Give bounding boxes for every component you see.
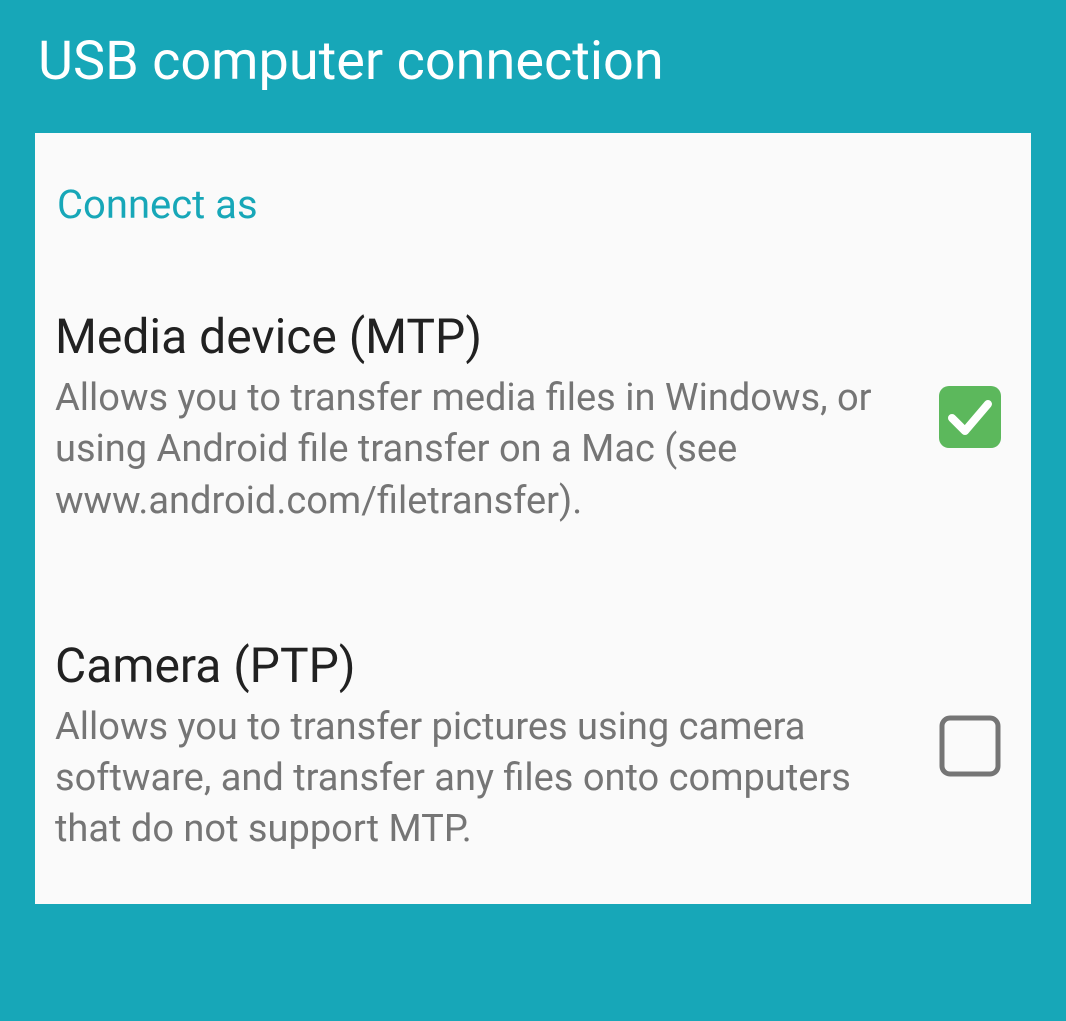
checkbox-checked-icon	[939, 386, 1001, 448]
option-title: Camera (PTP)	[55, 637, 909, 694]
option-text: Media device (MTP) Allows you to transfe…	[55, 308, 939, 527]
page-title: USB computer connection	[38, 30, 1028, 93]
option-mtp[interactable]: Media device (MTP) Allows you to transfe…	[55, 308, 1011, 527]
section-label: Connect as	[55, 181, 1011, 228]
settings-card: Connect as Media device (MTP) Allows you…	[35, 133, 1031, 904]
checkbox-unchecked-icon	[939, 715, 1001, 777]
option-description: Allows you to transfer pictures using ca…	[55, 702, 909, 856]
checkbox-mtp[interactable]	[939, 386, 1001, 448]
header: USB computer connection	[0, 0, 1066, 133]
checkbox-ptp[interactable]	[939, 715, 1001, 777]
option-description: Allows you to transfer media files in Wi…	[55, 373, 909, 527]
option-title: Media device (MTP)	[55, 308, 909, 365]
option-ptp[interactable]: Camera (PTP) Allows you to transfer pict…	[55, 637, 1011, 856]
option-text: Camera (PTP) Allows you to transfer pict…	[55, 637, 939, 856]
